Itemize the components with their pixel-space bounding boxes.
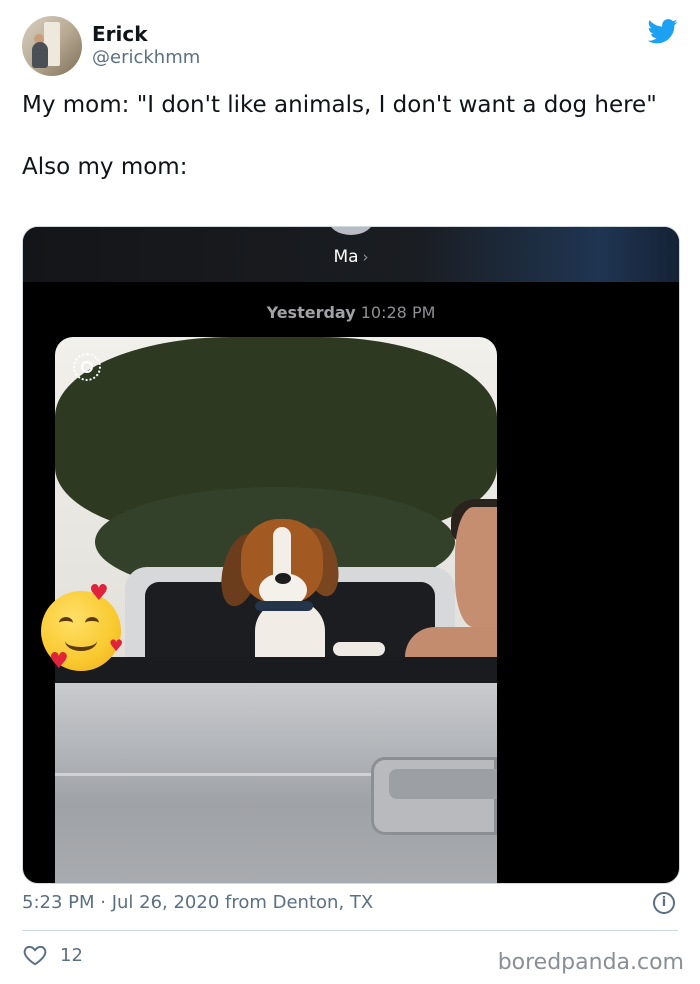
- avatar[interactable]: [22, 16, 82, 76]
- info-icon[interactable]: i: [653, 892, 675, 914]
- like-count[interactable]: 12: [60, 945, 83, 966]
- dog-photo[interactable]: [55, 337, 497, 883]
- heart-icon: ♥: [109, 636, 124, 655]
- tweet-text: My mom: "I don't like animals, I don't w…: [22, 92, 657, 180]
- twitter-bird-icon[interactable]: [646, 16, 680, 46]
- messages-header: Ma ›: [23, 227, 679, 282]
- contact-name: Ma: [333, 247, 359, 267]
- heart-outline-icon[interactable]: [22, 942, 48, 968]
- truck-bed-rail: [55, 657, 497, 683]
- chevron-right-icon: ›: [362, 248, 369, 266]
- tweet-card: Erick @erickhmm My mom: "I don't like an…: [0, 0, 700, 984]
- emoji-mouth: [65, 631, 97, 651]
- contact-name-row: Ma ›: [23, 247, 679, 267]
- avatar-person: [32, 42, 48, 68]
- dog-paw: [333, 642, 385, 656]
- person-face: [455, 507, 497, 627]
- user-name[interactable]: Erick: [92, 22, 148, 46]
- dog-collar: [255, 601, 313, 611]
- person-shoulder: [405, 627, 497, 661]
- emoji-eye-left: [59, 617, 73, 629]
- heart-icon: ♥: [49, 649, 69, 674]
- timestamp-time: 10:28 PM: [360, 303, 436, 322]
- live-photo-icon: [73, 353, 101, 381]
- watermark: boredpanda.com: [497, 950, 684, 975]
- heart-icon: ♥: [89, 581, 109, 606]
- divider: [22, 930, 678, 931]
- dog-nose: [275, 573, 291, 584]
- contact-avatar: [328, 227, 374, 235]
- car-door-handle-inner: [389, 769, 497, 799]
- user-handle[interactable]: @erickhmm: [92, 47, 200, 68]
- message-timestamp: Yesterday 10:28 PM: [23, 303, 679, 322]
- tweet-meta[interactable]: 5:23 PM · Jul 26, 2020 from Denton, TX: [22, 892, 373, 913]
- emoji-eye-right: [85, 617, 99, 629]
- timestamp-day: Yesterday: [266, 303, 356, 322]
- tweet-media[interactable]: Ma › Yesterday 10:28 PM ♥ ♥ ♥: [22, 226, 680, 884]
